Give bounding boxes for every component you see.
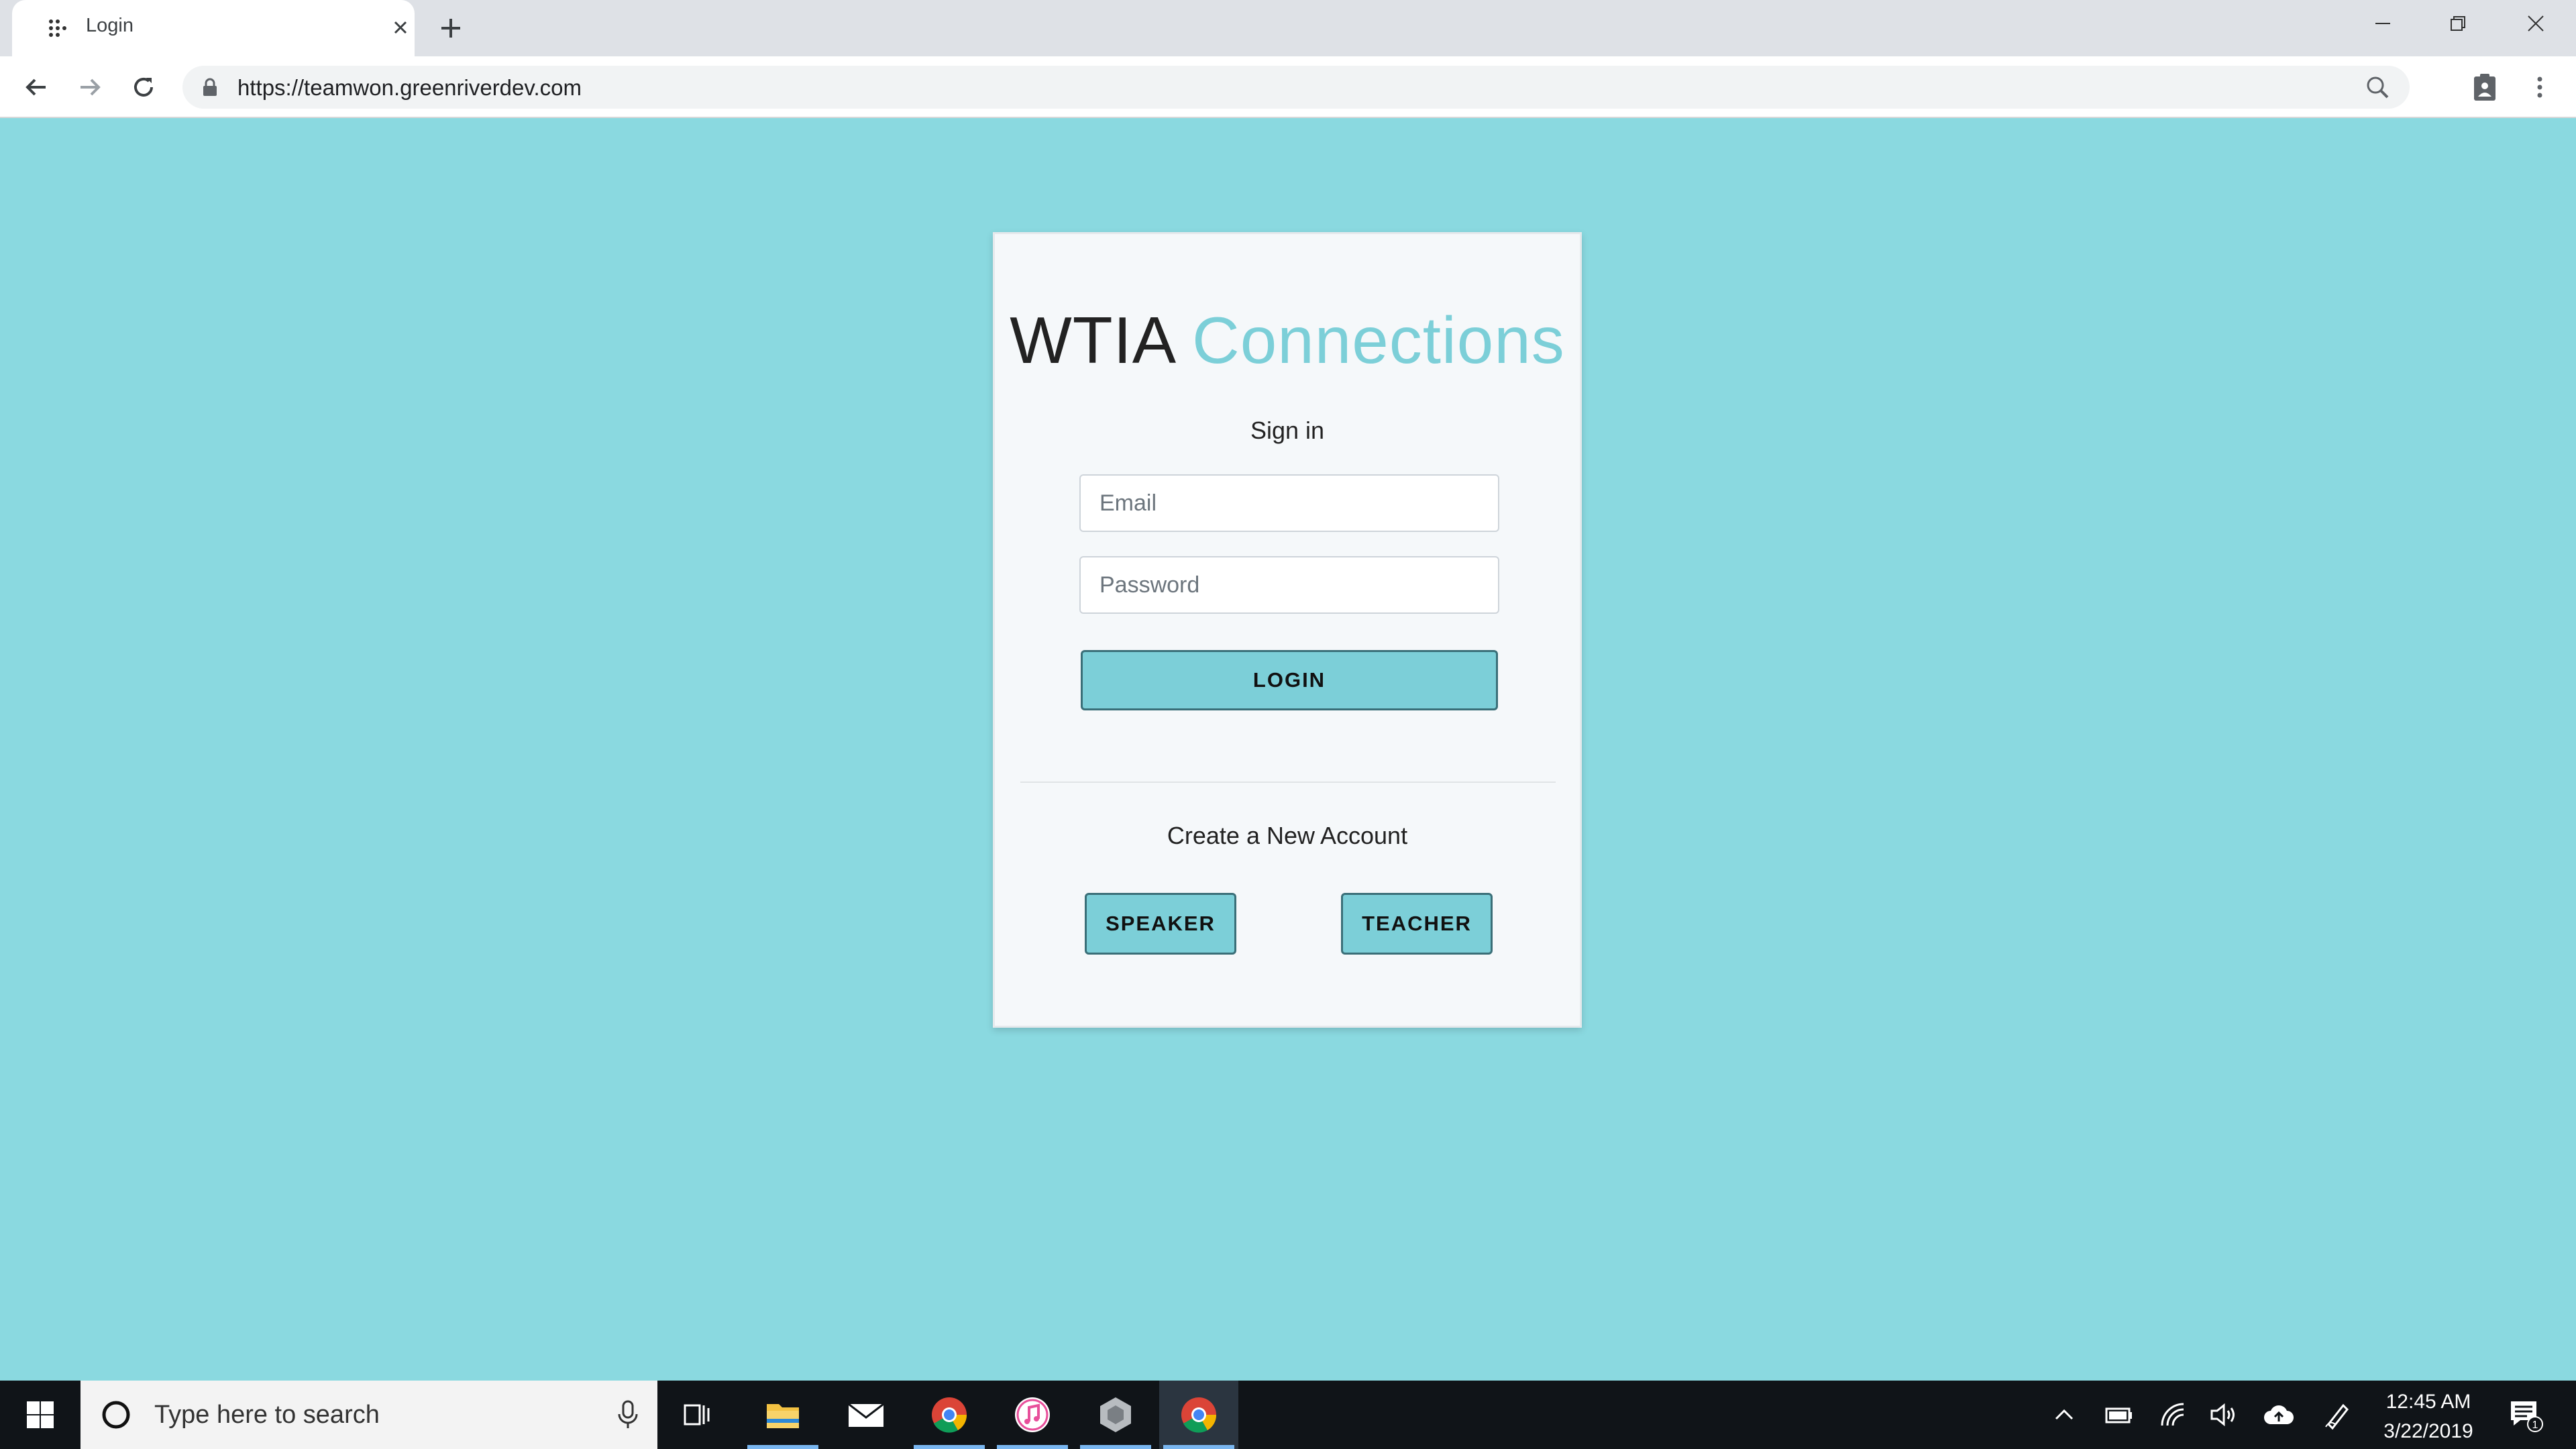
restore-icon xyxy=(2451,16,2465,31)
running-indicator xyxy=(997,1445,1068,1449)
pen-tray[interactable] xyxy=(2314,1381,2361,1449)
clipboard-person-icon xyxy=(2474,74,2496,101)
task-view-button[interactable] xyxy=(657,1381,737,1449)
notification-count: 1 xyxy=(2532,1419,2538,1431)
minimize-button[interactable] xyxy=(2345,0,2420,47)
tab-strip: Login xyxy=(0,0,2576,56)
clock-time: 12:45 AM xyxy=(2385,1391,2471,1413)
chevron-up-icon xyxy=(2055,1409,2074,1420)
taskbar-chrome-active[interactable] xyxy=(1159,1381,1238,1449)
show-hidden-icons-button[interactable] xyxy=(2041,1381,2088,1449)
battery-icon xyxy=(2105,1407,2132,1424)
windows-logo-icon xyxy=(27,1401,54,1428)
window-close-button[interactable] xyxy=(2498,0,2573,47)
back-button[interactable] xyxy=(19,70,54,105)
divider xyxy=(1020,782,1556,783)
running-indicator xyxy=(1163,1445,1234,1449)
address-bar[interactable]: https://teamwon.greenriverdev.com xyxy=(182,66,2410,109)
onedrive-tray[interactable] xyxy=(2255,1381,2302,1449)
action-center-button[interactable]: 1 xyxy=(2496,1381,2556,1449)
sign-in-heading: Sign in xyxy=(1250,417,1325,444)
wifi-icon xyxy=(2161,1403,2184,1426)
kebab-menu-icon xyxy=(2537,76,2542,98)
brand-title: WTIA Connections xyxy=(995,303,1580,378)
taskbar-mail[interactable] xyxy=(826,1381,906,1449)
tab-title: Login xyxy=(86,15,133,36)
forward-button[interactable] xyxy=(72,70,107,105)
speaker-button[interactable]: SPEAKER xyxy=(1085,893,1236,955)
reload-button[interactable] xyxy=(126,70,161,105)
dots-grid-icon xyxy=(49,19,66,37)
brand-accent: Connections xyxy=(1191,303,1565,377)
lock-icon xyxy=(203,78,217,96)
wifi-tray[interactable] xyxy=(2149,1381,2196,1449)
plus-icon[interactable] xyxy=(436,13,466,43)
microphone-icon[interactable] xyxy=(614,1399,641,1430)
arrow-left-icon xyxy=(25,78,46,96)
pen-icon xyxy=(2325,1403,2349,1430)
start-button[interactable] xyxy=(0,1381,80,1449)
running-indicator xyxy=(1080,1445,1151,1449)
browser-toolbar: https://teamwon.greenriverdev.com xyxy=(0,56,2576,118)
cloud-upload-icon xyxy=(2264,1405,2294,1424)
magnifier-icon[interactable] xyxy=(2364,74,2391,101)
mail-icon xyxy=(848,1403,884,1427)
close-icon xyxy=(2528,15,2544,32)
file-explorer-icon xyxy=(767,1404,799,1428)
login-button[interactable]: LOGIN xyxy=(1081,650,1498,710)
teacher-button[interactable]: TEACHER xyxy=(1341,893,1493,955)
speaker-volume-icon xyxy=(2210,1403,2235,1427)
taskbar-app[interactable] xyxy=(1076,1381,1155,1449)
arrow-right-icon xyxy=(80,78,101,96)
tab-login[interactable]: Login xyxy=(12,0,415,56)
taskbar-file-explorer[interactable] xyxy=(743,1381,822,1449)
cortana-icon xyxy=(102,1401,130,1429)
running-indicator xyxy=(747,1445,818,1449)
brand-name: WTIA xyxy=(1010,303,1173,377)
system-clock[interactable]: 12:45 AM 3/22/2019 xyxy=(2375,1387,2482,1446)
volume-tray[interactable] xyxy=(2200,1381,2247,1449)
browser-menu-button[interactable] xyxy=(2522,70,2557,105)
reload-icon xyxy=(134,77,153,97)
restore-button[interactable] xyxy=(2420,0,2496,47)
notification-icon: 1 xyxy=(2511,1401,2543,1432)
taskbar-chrome[interactable] xyxy=(910,1381,989,1449)
battery-tray[interactable] xyxy=(2096,1381,2143,1449)
login-card: WTIA Connections Sign in LOGIN Create a … xyxy=(993,232,1582,1028)
email-field[interactable] xyxy=(1079,474,1499,532)
itunes-icon xyxy=(1015,1397,1050,1432)
taskbar-itunes[interactable] xyxy=(993,1381,1072,1449)
create-account-heading: Create a New Account xyxy=(1167,822,1408,849)
url-text: https://teamwon.greenriverdev.com xyxy=(237,75,582,100)
running-indicator xyxy=(914,1445,985,1449)
minimize-icon xyxy=(2375,23,2390,24)
search-placeholder: Type here to search xyxy=(154,1401,380,1429)
clock-date: 3/22/2019 xyxy=(2383,1420,2473,1442)
taskbar-search[interactable]: Type here to search xyxy=(80,1381,657,1449)
chrome-icon xyxy=(1181,1397,1217,1433)
close-icon[interactable] xyxy=(388,15,413,40)
chrome-icon xyxy=(932,1397,967,1433)
task-view-icon xyxy=(684,1404,710,1426)
extension-button[interactable] xyxy=(2467,70,2502,105)
app-icon xyxy=(1100,1397,1131,1432)
taskbar: Type here to search 12:45 AM 3/22/2019 1 xyxy=(0,1381,2576,1449)
password-field[interactable] xyxy=(1079,556,1499,614)
